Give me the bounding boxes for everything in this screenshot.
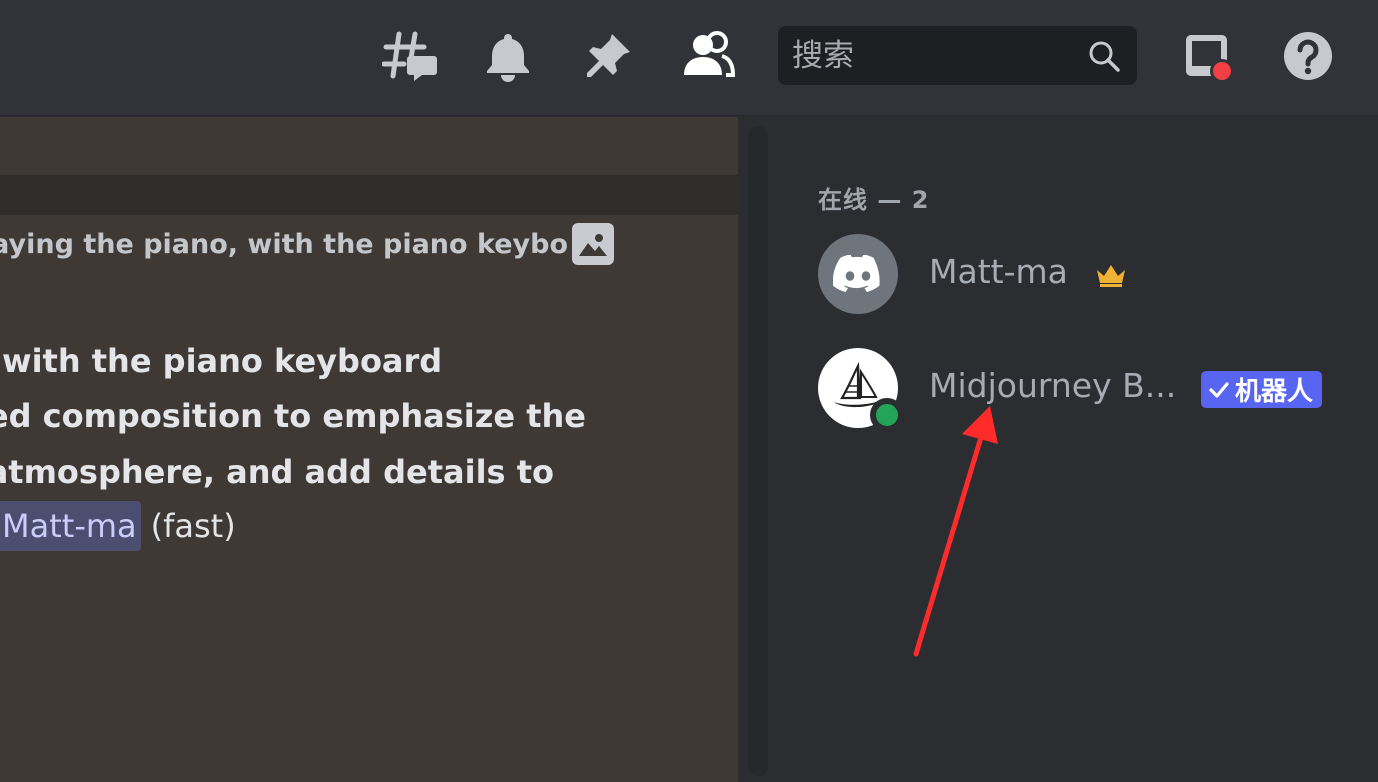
online-group-header: 在线 — 2 xyxy=(818,186,930,214)
message-divider xyxy=(0,175,738,215)
inbox-icon[interactable] xyxy=(1180,28,1236,84)
bell-icon[interactable] xyxy=(480,28,536,84)
member-name: Matt-ma xyxy=(929,252,1068,291)
bot-badge-label: 机器人 xyxy=(1235,377,1314,407)
search-box[interactable] xyxy=(778,26,1137,85)
message-line: atmosphere, and add details to xyxy=(0,453,554,491)
reply-preview-text: aying the piano, with the piano keybo xyxy=(0,229,568,260)
message-area: aying the piano, with the piano keybo wi… xyxy=(0,117,738,782)
channel-header xyxy=(0,0,1378,116)
avatar xyxy=(818,234,898,314)
message-footer: Matt-ma (fast) xyxy=(0,500,236,552)
speed-label: (fast) xyxy=(150,507,236,545)
bot-badge: 机器人 xyxy=(1201,371,1323,408)
message-line: ced composition to emphasize the xyxy=(0,397,586,435)
pin-icon[interactable] xyxy=(580,28,636,84)
image-icon[interactable] xyxy=(572,223,614,265)
member-item[interactable]: Matt-ma xyxy=(812,226,1352,322)
message-line: with the piano keyboard xyxy=(2,342,443,380)
reply-preview[interactable]: aying the piano, with the piano keybo xyxy=(0,225,650,267)
crown-icon xyxy=(1097,265,1125,287)
annotation-arrow-icon xyxy=(913,406,998,657)
search-icon[interactable] xyxy=(1087,39,1121,73)
help-icon[interactable] xyxy=(1280,28,1336,84)
discord-icon xyxy=(833,255,880,293)
member-item[interactable]: Midjourney B... 机器人 xyxy=(812,340,1352,436)
threads-icon[interactable] xyxy=(382,28,438,84)
check-icon xyxy=(1209,381,1229,398)
scrollbar[interactable] xyxy=(748,126,768,776)
user-mention[interactable]: Matt-ma xyxy=(0,501,141,551)
online-status-indicator xyxy=(870,398,904,432)
member-list xyxy=(779,117,1378,782)
search-input[interactable] xyxy=(792,26,1082,85)
members-icon[interactable] xyxy=(680,28,736,84)
